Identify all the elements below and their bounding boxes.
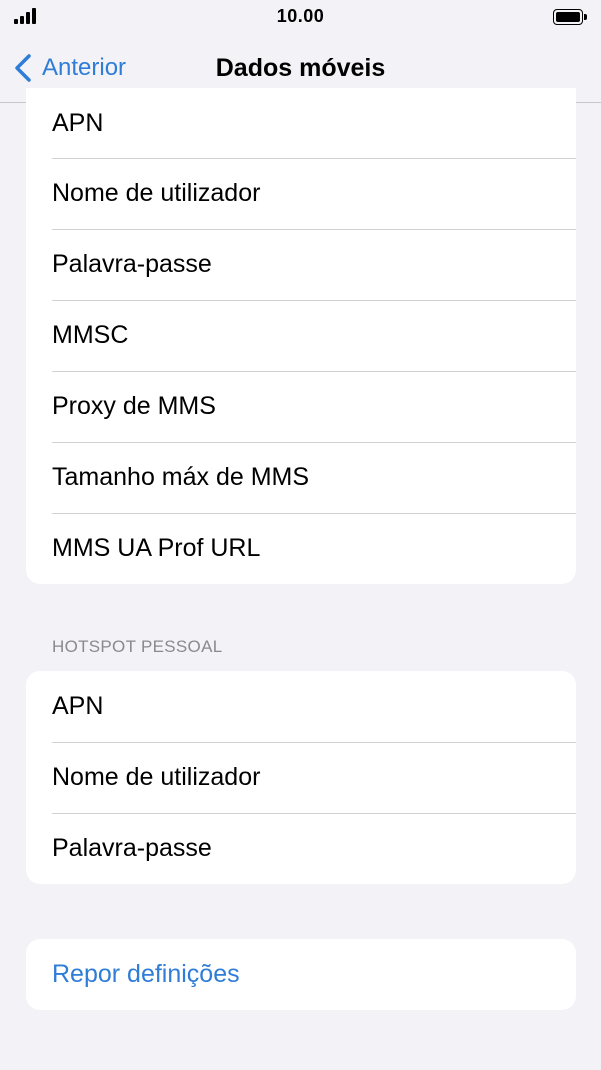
hotspot-section-header: HOTSPOT PESSOAL [52,637,223,656]
hotspot-row-password[interactable]: Palavra-passe [26,813,576,884]
mms-settings-group: APN Nome de utilizador Palavra-passe MMS… [26,88,576,584]
setting-row-mms-ua-prof-url[interactable]: MMS UA Prof URL [26,513,576,584]
battery-icon [553,9,587,25]
hotspot-row-username[interactable]: Nome de utilizador [26,742,576,813]
setting-row-apn[interactable]: APN [26,88,576,158]
setting-row-username[interactable]: Nome de utilizador [26,158,576,229]
setting-row-mmsc[interactable]: MMSC [26,300,576,371]
status-bar: 10.00 [0,0,601,34]
page-title: Dados móveis [215,54,386,82]
setting-row-password[interactable]: Palavra-passe [26,229,576,300]
hotspot-row-apn[interactable]: APN [26,671,576,742]
reset-settings-button[interactable]: Repor definições [26,939,576,1010]
reset-group: Repor definições [26,939,576,1010]
hotspot-settings-group: APN Nome de utilizador Palavra-passe [26,671,576,884]
status-time: 10.00 [276,6,325,26]
setting-row-mms-max-size[interactable]: Tamanho máx de MMS [26,442,576,513]
setting-row-mms-proxy[interactable]: Proxy de MMS [26,371,576,442]
